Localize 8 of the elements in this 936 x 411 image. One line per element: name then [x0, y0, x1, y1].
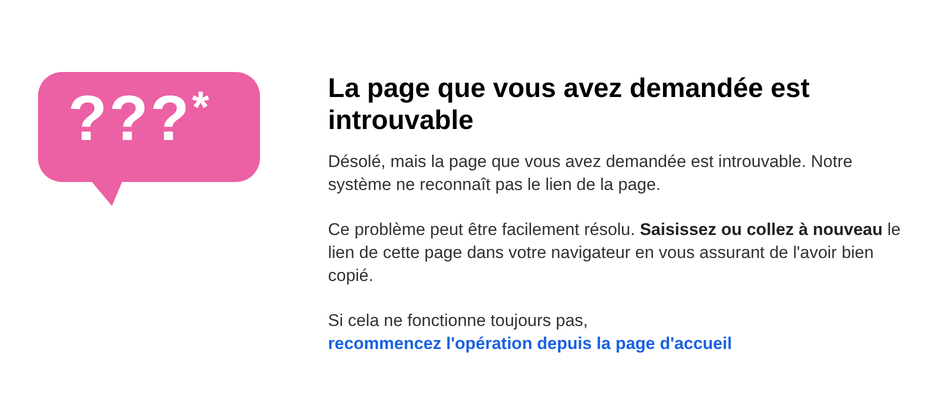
- paragraph: Ce problème peut être facilement résolu. Saisissez ou collez à nouveau le lien de cette page dans votre navigateur en vous assurant de l'avoir bien copié.: [328, 219, 902, 287]
- speech-bubble-icon: [38, 72, 262, 208]
- page-title: La page que vous avez demandée est introuvable: [328, 72, 811, 136]
- question-marks: ???: [68, 86, 192, 150]
- asterisk: *: [192, 86, 210, 130]
- paragraph: Si cela ne fonctionne toujours pas, recommencez l'opération depuis la page d'accueil: [328, 310, 733, 355]
- paragraph: Désolé, mais la page que vous avez demandée est introuvable. Notre système ne reconnaît pas le lien de la page.: [328, 151, 854, 196]
- homepage-link[interactable]: recommencez l'opération depuis la page d'accueil: [328, 334, 732, 353]
